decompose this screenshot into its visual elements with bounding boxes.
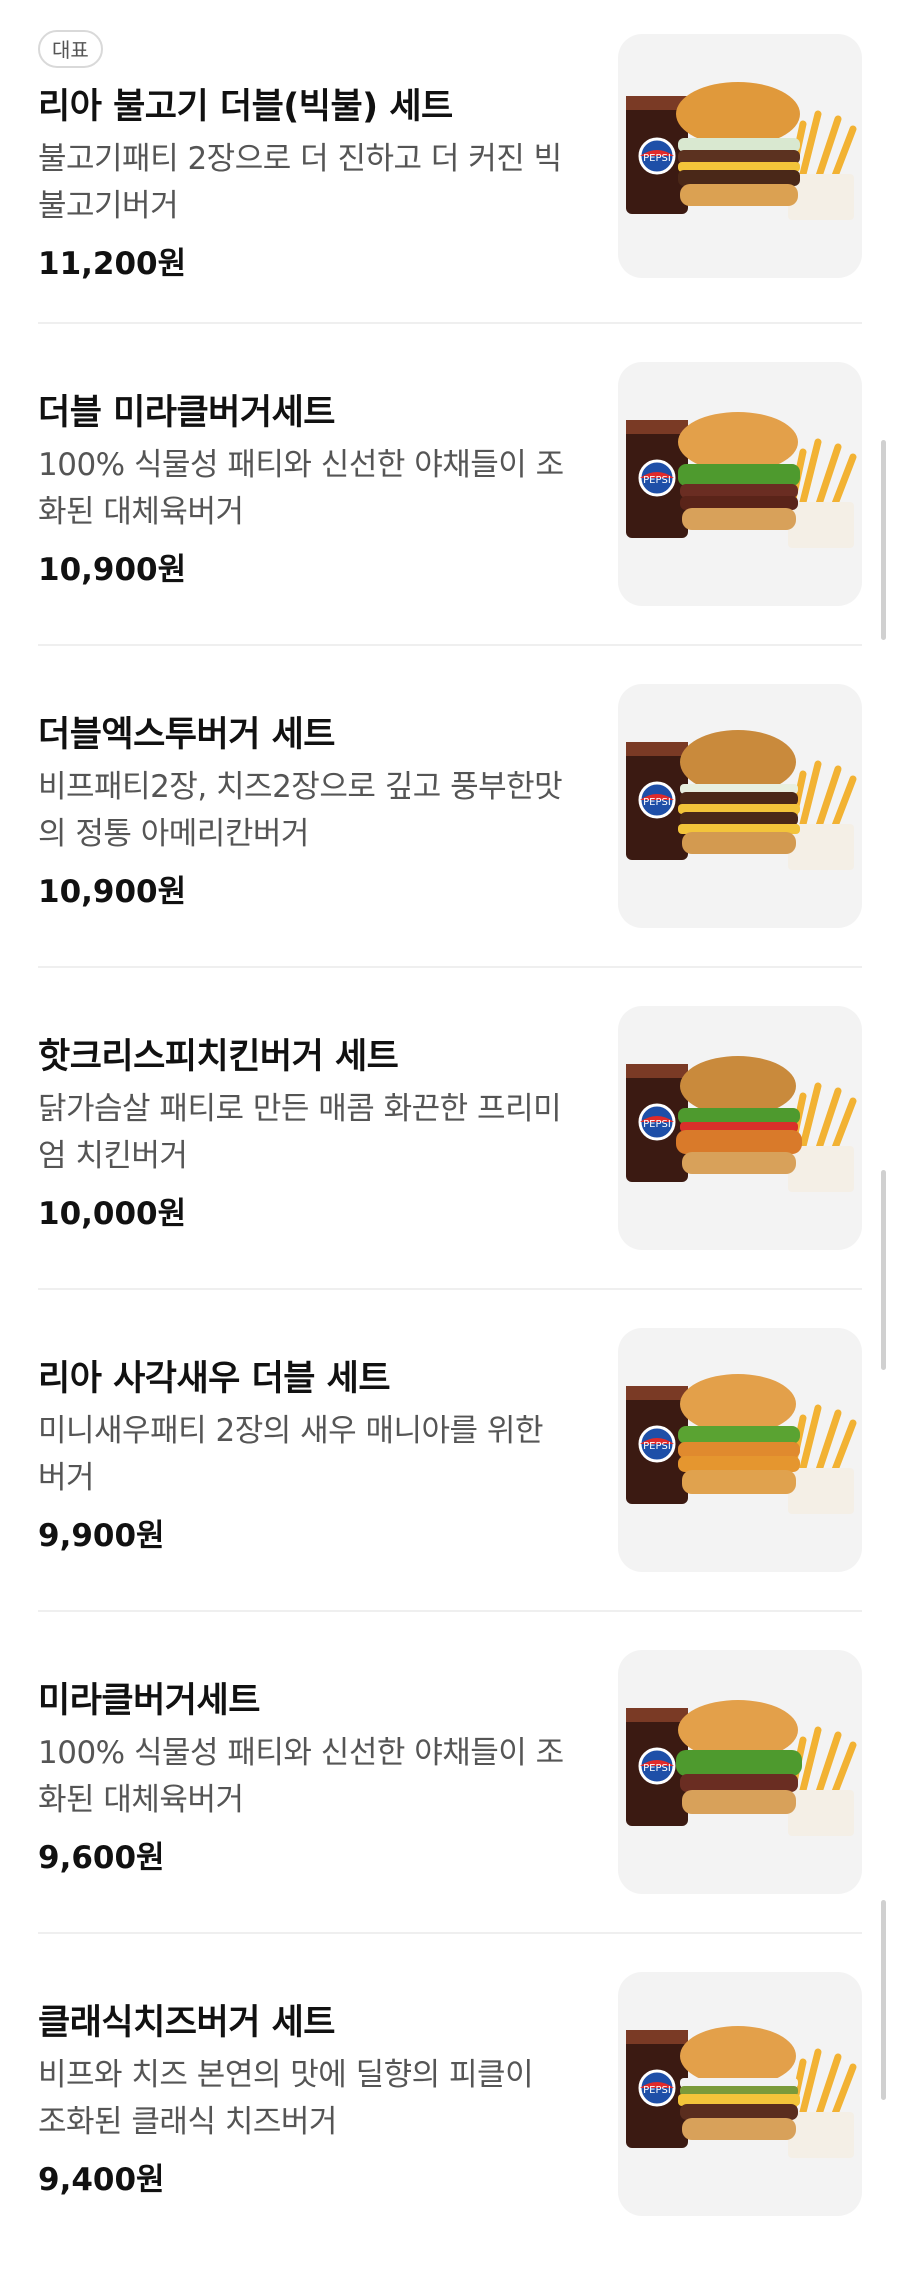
menu-item-price: 9,600원 <box>38 1840 165 1876</box>
scrollbar[interactable] <box>881 1170 886 1370</box>
menu-item-description-line: 불고기버거 <box>38 188 179 224</box>
menu-item-image[interactable]: PEPSI <box>618 34 862 278</box>
pepsi-label: PEPSI <box>643 2085 671 2096</box>
menu-item-name: 핫크리스피치킨버거 세트 <box>38 1037 399 1077</box>
divider <box>38 1932 862 1934</box>
divider <box>38 322 862 324</box>
menu-item[interactable]: 핫크리스피치킨버거 세트 닭가슴살 패티로 만든 매콤 화끈한 프리미 엄 치킨… <box>38 1006 862 1330</box>
menu-item-name: 더블엑스투버거 세트 <box>38 715 336 755</box>
pepsi-label: PEPSI <box>643 475 671 486</box>
menu-item-name: 리아 불고기 더블(빅불) 세트 <box>38 87 453 127</box>
menu-item-name: 클래식치즈버거 세트 <box>38 2003 336 2043</box>
menu-item-image[interactable]: PEPSI <box>618 684 862 928</box>
divider <box>38 1610 862 1612</box>
menu-item-price: 10,000원 <box>38 1196 187 1232</box>
menu-item-image[interactable]: PEPSI <box>618 362 862 606</box>
menu-item[interactable]: 더블엑스투버거 세트 비프패티2장, 치즈2장으로 깊고 풍부한맛 의 정통 아… <box>38 684 862 1008</box>
menu-item-description-line: 닭가슴살 패티로 만든 매콤 화끈한 프리미 <box>38 1091 562 1127</box>
burger-set-image: PEPSI <box>626 82 857 220</box>
menu-item-description: 100% 식물성 패티와 신선한 야채들이 조 화된 대체육버거 <box>38 442 598 536</box>
menu-item-price: 9,900원 <box>38 1518 165 1554</box>
menu-item-image[interactable]: PEPSI <box>618 1328 862 1572</box>
menu-item-price: 10,900원 <box>38 552 187 588</box>
menu-item-description-line: 화된 대체육버거 <box>38 1782 244 1818</box>
menu-item-description: 불고기패티 2장으로 더 진하고 더 커진 빅 불고기버거 <box>38 136 598 230</box>
featured-badge: 대표 <box>38 30 103 68</box>
divider <box>38 1288 862 1290</box>
menu-item-price: 10,900원 <box>38 874 187 910</box>
pepsi-label: PEPSI <box>643 153 671 164</box>
menu-item-description-line: 미니새우패티 2장의 새우 매니아를 위한 <box>38 1413 543 1449</box>
menu-item-image[interactable]: PEPSI <box>618 1650 862 1894</box>
scrollbar[interactable] <box>881 1900 886 2100</box>
menu-item-description-line: 비프와 치즈 본연의 맛에 딜향의 피클이 <box>38 2057 534 2093</box>
menu-item[interactable]: 클래식치즈버거 세트 비프와 치즈 본연의 맛에 딜향의 피클이 조화된 클래식… <box>38 1972 862 2296</box>
divider <box>38 966 862 968</box>
burger-set-image: PEPSI <box>626 1056 857 1192</box>
menu-item-description-line: 불고기패티 2장으로 더 진하고 더 커진 빅 <box>38 141 562 177</box>
menu-item-description: 비프패티2장, 치즈2장으로 깊고 풍부한맛 의 정통 아메리칸버거 <box>38 764 598 858</box>
menu-item-description-line: 엄 치킨버거 <box>38 1138 188 1174</box>
menu-item-description-line: 100% 식물성 패티와 신선한 야채들이 조 <box>38 447 564 483</box>
menu-item-image[interactable]: PEPSI <box>618 1972 862 2216</box>
menu-item-description-line: 의 정통 아메리칸버거 <box>38 816 309 852</box>
burger-set-image: PEPSI <box>626 412 857 548</box>
menu-item-description-line: 조화된 클래식 치즈버거 <box>38 2104 337 2140</box>
menu-item-name: 리아 사각새우 더블 세트 <box>38 1359 391 1399</box>
divider <box>38 644 862 646</box>
menu-item-image[interactable]: PEPSI <box>618 1006 862 1250</box>
pepsi-label: PEPSI <box>643 1763 671 1774</box>
menu-item-name: 미라클버거세트 <box>38 1681 260 1721</box>
burger-set-image: PEPSI <box>626 730 857 870</box>
menu-item-description: 닭가슴살 패티로 만든 매콤 화끈한 프리미 엄 치킨버거 <box>38 1086 598 1180</box>
menu-item[interactable]: 대표 리아 불고기 더블(빅불) 세트 불고기패티 2장으로 더 진하고 더 커… <box>38 30 862 354</box>
pepsi-label: PEPSI <box>643 1119 671 1130</box>
menu-item-description: 비프와 치즈 본연의 맛에 딜향의 피클이 조화된 클래식 치즈버거 <box>38 2052 598 2146</box>
menu-item-description-line: 버거 <box>38 1460 95 1496</box>
menu-item-description-line: 화된 대체육버거 <box>38 494 244 530</box>
menu-item-price: 9,400원 <box>38 2162 165 2198</box>
menu-item-name: 더블 미라클버거세트 <box>38 393 336 433</box>
burger-set-image: PEPSI <box>626 1374 857 1514</box>
menu-item[interactable]: 리아 사각새우 더블 세트 미니새우패티 2장의 새우 매니아를 위한 버거 9… <box>38 1328 862 1652</box>
burger-set-image: PEPSI <box>626 2026 857 2158</box>
burger-set-image: PEPSI <box>626 1700 857 1836</box>
scrollbar[interactable] <box>881 440 886 640</box>
menu-item-description: 미니새우패티 2장의 새우 매니아를 위한 버거 <box>38 1408 598 1502</box>
menu-item[interactable]: 더블 미라클버거세트 100% 식물성 패티와 신선한 야채들이 조 화된 대체… <box>38 362 862 686</box>
pepsi-label: PEPSI <box>643 1441 671 1452</box>
menu-item-description-line: 100% 식물성 패티와 신선한 야채들이 조 <box>38 1735 564 1771</box>
menu-item-price: 11,200원 <box>38 246 187 282</box>
pepsi-label: PEPSI <box>643 797 671 808</box>
menu-item[interactable]: 미라클버거세트 100% 식물성 패티와 신선한 야채들이 조 화된 대체육버거… <box>38 1650 862 1974</box>
menu-item-description: 100% 식물성 패티와 신선한 야채들이 조 화된 대체육버거 <box>38 1730 598 1824</box>
menu-item-description-line: 비프패티2장, 치즈2장으로 깊고 풍부한맛 <box>38 769 563 805</box>
